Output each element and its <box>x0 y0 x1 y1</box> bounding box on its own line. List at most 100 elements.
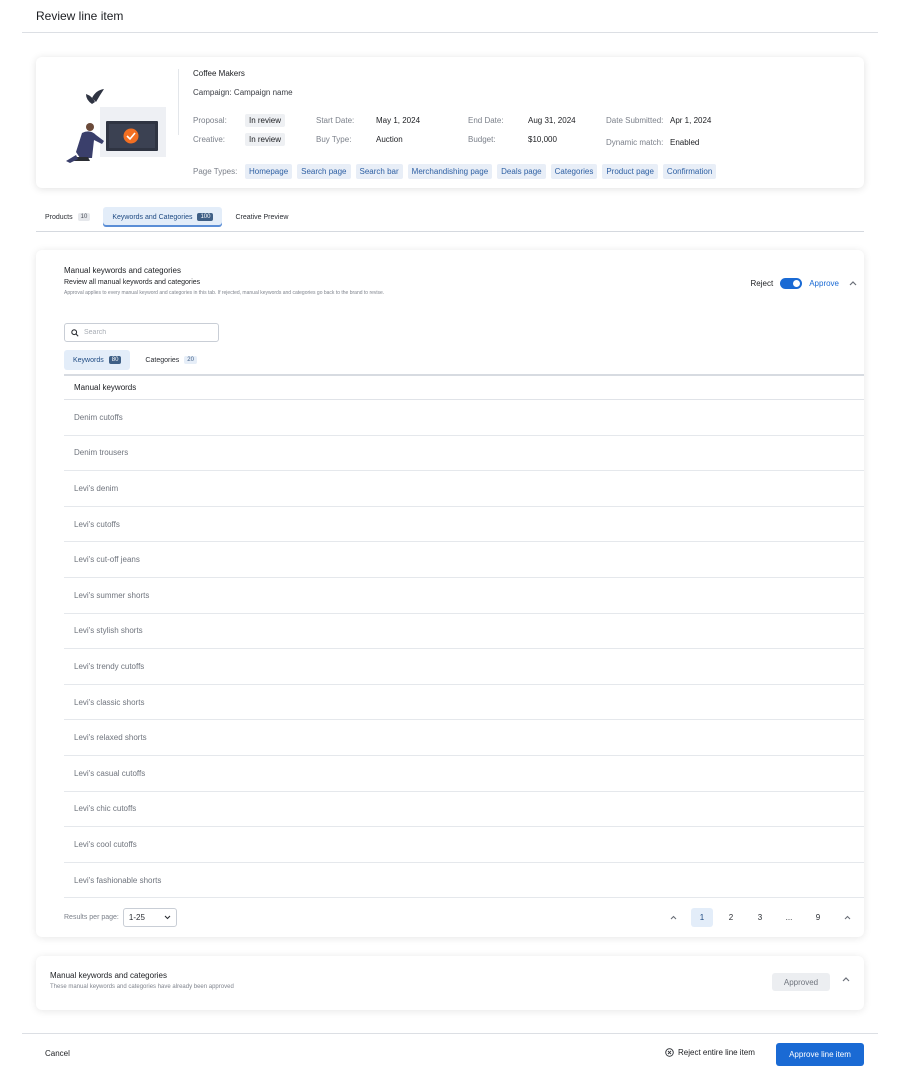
subtab-count-badge: 80 <box>108 356 122 364</box>
approved-panel-subtitle: These manual keywords and categories hav… <box>50 984 234 990</box>
product-title: Coffee Makers <box>193 69 245 78</box>
page-type-chip: Homepage <box>245 164 293 179</box>
manual-keywords-panel: Manual keywords and categories Review al… <box>36 250 864 937</box>
start-date-value: May 1, 2024 <box>376 116 421 125</box>
results-per-page-value: 1-25 <box>128 913 145 922</box>
table-row: Denim trousers <box>64 436 864 472</box>
table-row: Levi's denim <box>64 471 864 507</box>
prev-page-button[interactable] <box>662 908 684 927</box>
tab-keywords-and-categories[interactable]: Keywords and Categories 100 <box>103 207 223 227</box>
tab-count-badge: 100 <box>197 213 214 221</box>
approved-panel-title: Manual keywords and categories <box>50 971 167 980</box>
search-field <box>64 323 219 342</box>
approved-keywords-panel: Manual keywords and categories These man… <box>36 956 864 1010</box>
page-type-chip: Confirmation <box>662 164 717 179</box>
reject-label: Reject <box>750 278 774 288</box>
tab-label: Keywords and Categories <box>112 213 193 221</box>
buy-type-label: Buy Type: <box>316 135 352 144</box>
date-submitted-value: Apr 1, 2024 <box>670 116 712 125</box>
table-row: Levi's casual cutoffs <box>64 756 864 792</box>
end-date-label: End Date: <box>468 116 504 125</box>
page-types-label: Page Types: <box>193 167 238 176</box>
page-type-chip: Deals page <box>497 164 546 179</box>
page-title: Review line item <box>36 9 124 23</box>
page-type-chip: Categories <box>550 164 598 179</box>
cancel-button[interactable]: Cancel <box>45 1049 70 1058</box>
tab-count-badge: 10 <box>77 213 91 221</box>
table-row: Levi's fashionable shorts <box>64 863 864 899</box>
search-input[interactable] <box>84 329 214 336</box>
page-button[interactable]: 3 <box>749 908 771 927</box>
table-row: Levi's cut-off jeans <box>64 542 864 578</box>
buy-type-value: Auction <box>376 135 403 144</box>
page-type-chip: Search page <box>297 164 351 179</box>
subtab-count-badge: 20 <box>184 356 197 364</box>
footer-divider <box>22 1033 878 1034</box>
header-divider <box>22 32 878 33</box>
page-type-chip: Product page <box>602 164 658 179</box>
subtab-categories[interactable]: Categories 20 <box>136 350 206 370</box>
subtab-keywords[interactable]: Keywords 80 <box>64 350 131 370</box>
tab-label: Products <box>45 213 73 221</box>
dynamic-match-value: Enabled <box>670 138 700 147</box>
summary-divider <box>178 69 179 135</box>
end-date-value: Aug 31, 2024 <box>528 116 576 125</box>
page-type-chip: Search bar <box>355 164 403 179</box>
table-row: Levi's classic shorts <box>64 685 864 721</box>
line-item-summary-card: Coffee Makers Campaign: Campaign name Pr… <box>36 57 864 188</box>
results-per-page: Results per page: 1-25 <box>64 908 177 927</box>
date-submitted-label: Date Submitted: <box>606 116 664 125</box>
tabs-underline <box>36 231 864 232</box>
search-icon <box>71 328 79 337</box>
page-button[interactable]: 2 <box>720 908 742 927</box>
budget-value: $10,000 <box>528 135 557 144</box>
table-row: Levi's cool cutoffs <box>64 827 864 863</box>
reject-line-item-button[interactable]: Reject entire line item <box>665 1048 755 1057</box>
tab-creative-preview[interactable]: Creative Preview <box>226 207 297 227</box>
table-row: Denim cutoffs <box>64 400 864 436</box>
subtab-label: Categories <box>145 356 180 364</box>
toggle-knob <box>793 279 801 287</box>
table-row: Levi's trendy cutoffs <box>64 649 864 685</box>
proposal-label: Proposal: <box>193 116 227 125</box>
table-row: Levi's cutoffs <box>64 507 864 543</box>
dynamic-match-label: Dynamic match: <box>606 138 664 147</box>
close-circle-icon <box>665 1048 674 1057</box>
table-header: Manual keywords <box>64 374 864 400</box>
page-type-chip: Merchandishing page <box>407 164 493 179</box>
panel-note: Approval applies to every manual keyword… <box>64 290 385 296</box>
start-date-label: Start Date: <box>316 116 355 125</box>
creative-label: Creative: <box>193 135 226 144</box>
keywords-table: Manual keywords Denim cutoffs Denim trou… <box>64 374 864 899</box>
results-per-page-label: Results per page: <box>64 914 119 921</box>
chevron-up-icon[interactable] <box>846 276 860 290</box>
page-button[interactable]: 9 <box>807 908 829 927</box>
tab-products[interactable]: Products 10 <box>36 207 99 227</box>
panel-subtitle: Review all manual keywords and categorie… <box>64 279 201 286</box>
table-row: Levi's summer shorts <box>64 578 864 614</box>
approved-status-badge: Approved <box>772 973 830 991</box>
chevron-up-icon[interactable] <box>842 975 850 984</box>
table-row: Levi's stylish shorts <box>64 614 864 650</box>
results-per-page-select[interactable]: 1-25 <box>122 908 177 927</box>
reject-line-item-label: Reject entire line item <box>678 1048 755 1057</box>
page-ellipsis: ... <box>785 913 793 922</box>
pagination: 1 2 3 ... 9 <box>662 908 858 927</box>
tab-label: Creative Preview <box>235 213 289 221</box>
line-item-tabs: Products 10 Keywords and Categories 100 … <box>36 207 301 231</box>
review-illustration-icon <box>66 89 166 163</box>
table-row: Levi's chic cutoffs <box>64 792 864 828</box>
next-page-button[interactable] <box>836 908 858 927</box>
proposal-status-badge: In review <box>245 114 286 127</box>
subtab-label: Keywords <box>73 356 104 364</box>
panel-title: Manual keywords and categories <box>64 266 181 275</box>
chevron-up-icon <box>844 915 850 920</box>
approval-toggle-row: Reject Approve <box>751 276 860 290</box>
campaign-name: Campaign: Campaign name <box>193 88 293 97</box>
approve-line-item-button[interactable]: Approve line item <box>776 1043 864 1066</box>
keyword-subtabs: Keywords 80 Categories 20 <box>64 350 206 370</box>
table-row: Levi's relaxed shorts <box>64 720 864 756</box>
page-types-list: Homepage Search page Search bar Merchand… <box>245 164 717 179</box>
approve-toggle[interactable] <box>780 277 803 289</box>
page-button[interactable]: 1 <box>691 908 713 927</box>
